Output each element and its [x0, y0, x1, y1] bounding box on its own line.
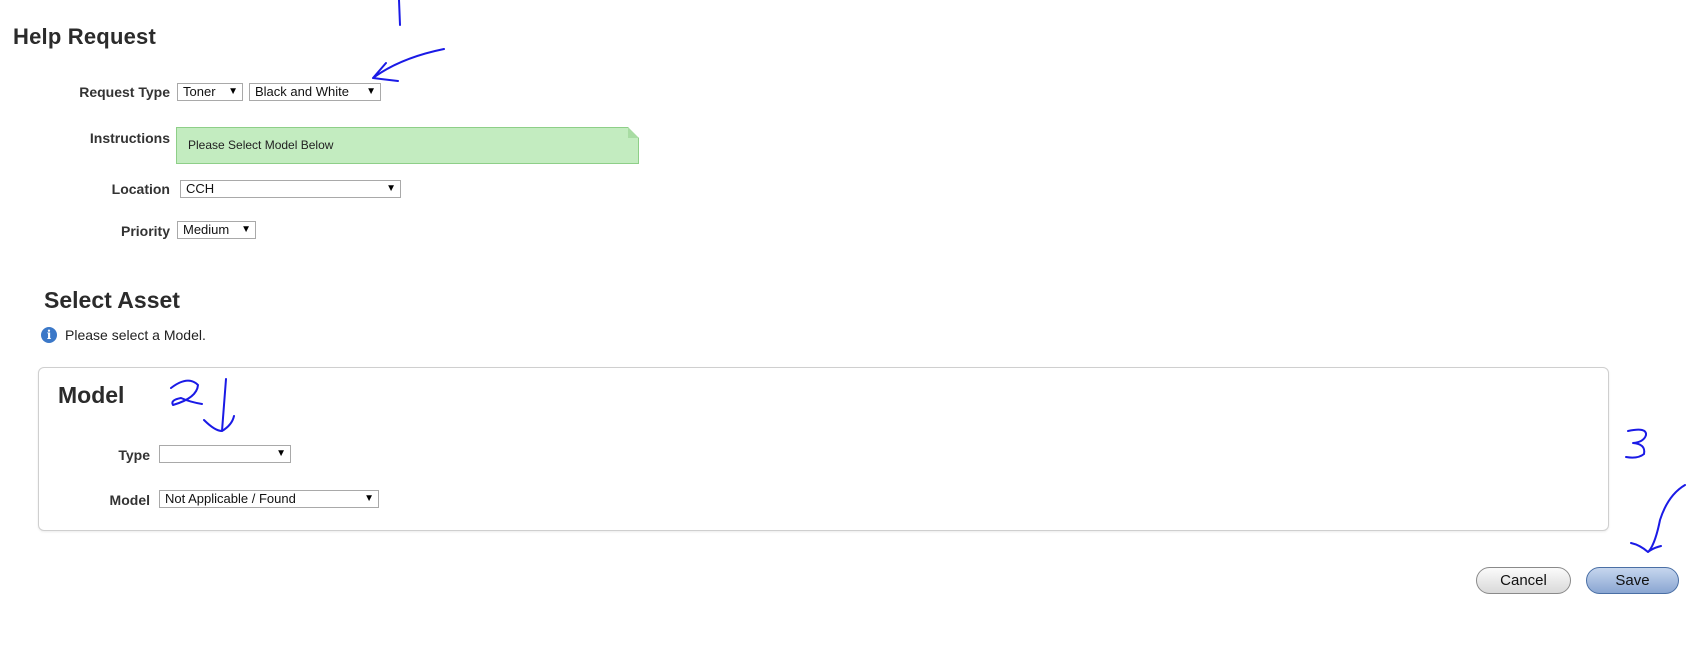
select-asset-heading: Select Asset — [44, 287, 180, 313]
caret-down-icon: ▼ — [241, 224, 251, 235]
location-select[interactable]: CCH ▼ — [180, 180, 401, 198]
annotation-arrow-3 — [1630, 484, 1686, 553]
caret-down-icon: ▼ — [228, 86, 238, 97]
priority-value: Medium — [183, 222, 230, 237]
instructions-note: Please Select Model Below — [176, 127, 639, 164]
model-panel-title: Model — [58, 382, 125, 408]
priority-select[interactable]: Medium ▼ — [177, 221, 256, 239]
caret-down-icon: ▼ — [386, 183, 396, 194]
caret-down-icon: ▼ — [276, 448, 286, 459]
annotation-mark-1 — [398, 0, 401, 26]
asset-type-select[interactable]: ▼ — [159, 445, 291, 463]
info-text: Please select a Model. — [65, 327, 206, 343]
annotation-arrow-1 — [372, 48, 445, 82]
asset-type-label: Type — [118, 447, 150, 463]
asset-model-label: Model — [109, 492, 150, 508]
request-subtype-select[interactable]: Black and White ▼ — [249, 83, 381, 101]
request-type-select[interactable]: Toner ▼ — [177, 83, 243, 101]
asset-model-value: Not Applicable / Found — [165, 491, 296, 506]
caret-down-icon: ▼ — [366, 86, 376, 97]
asset-model-select[interactable]: Not Applicable / Found ▼ — [159, 490, 379, 508]
annotation-mark-3 — [1625, 428, 1648, 459]
request-subtype-value: Black and White — [255, 84, 349, 99]
save-button[interactable]: Save — [1586, 567, 1679, 594]
caret-down-icon: ▼ — [364, 493, 374, 504]
request-type-value: Toner — [183, 84, 216, 99]
instructions-text: Please Select Model Below — [188, 138, 334, 152]
location-value: CCH — [186, 181, 215, 196]
cancel-button[interactable]: Cancel — [1476, 567, 1571, 594]
info-icon: i — [41, 327, 57, 343]
note-fold-corner — [628, 127, 639, 138]
request-type-label: Request Type — [79, 84, 170, 100]
page-title: Help Request — [13, 24, 156, 49]
instructions-label: Instructions — [89, 130, 170, 146]
location-label: Location — [111, 181, 170, 197]
priority-label: Priority — [120, 223, 170, 239]
